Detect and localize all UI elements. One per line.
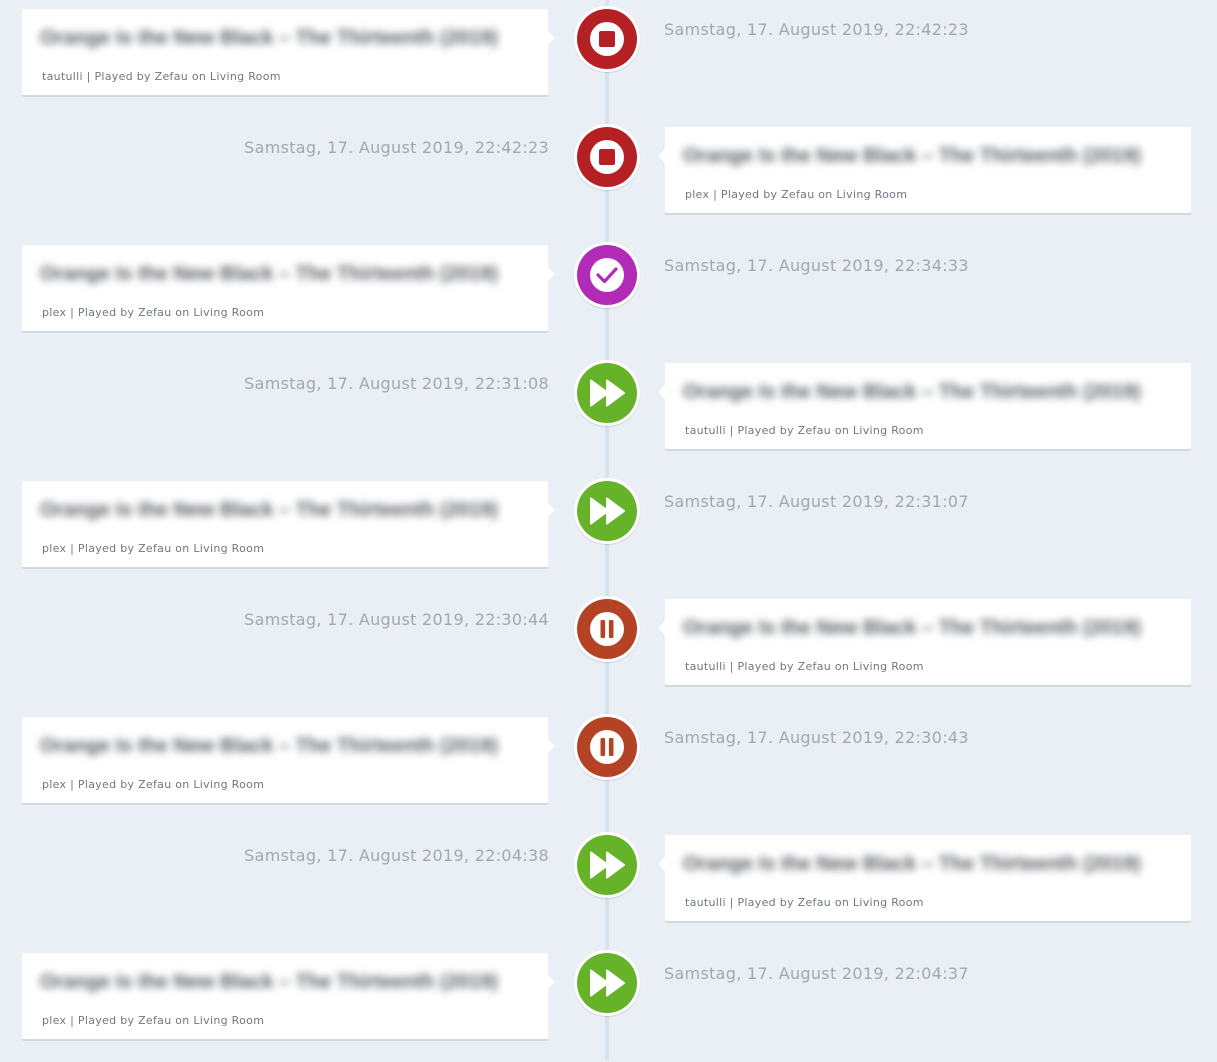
event-meta: tautulli | Played by Zefau on Living Roo… (685, 896, 924, 909)
event-meta: tautulli | Played by Zefau on Living Roo… (685, 660, 924, 673)
event-badge (574, 242, 640, 308)
fast-forward-icon (577, 835, 637, 895)
event-card[interactable]: Orange Is the New Black – The Thirteenth… (658, 599, 1191, 685)
event-title: Orange Is the New Black – The Thirteenth… (40, 27, 498, 49)
fast-forward-icon (577, 481, 637, 541)
event-badge (574, 596, 640, 662)
event-time: Samstag, 17. August 2019, 22:30:43 (664, 728, 969, 747)
event-badge (574, 124, 640, 190)
event-meta: plex | Played by Zefau on Living Room (42, 1014, 265, 1027)
event-badge (574, 360, 640, 426)
event-title: Orange Is the New Black – The Thirteenth… (40, 735, 498, 757)
event-card[interactable]: Orange Is the New Black – The Thirteenth… (658, 363, 1191, 449)
event-meta: plex | Played by Zefau on Living Room (685, 188, 908, 201)
event-meta: plex | Played by Zefau on Living Room (42, 542, 265, 555)
timeline-entry: Orange Is the New Black – The Thirteenth… (0, 236, 1217, 354)
event-badge (574, 832, 640, 898)
event-time: Samstag, 17. August 2019, 22:04:37 (664, 964, 969, 983)
timeline-entry: Samstag, 17. August 2019, 22:31:08 Orang… (0, 354, 1217, 472)
timeline-entry: Samstag, 17. August 2019, 22:04:38 Orang… (0, 826, 1217, 944)
event-badge (574, 6, 640, 72)
check-icon (577, 245, 637, 305)
event-badge (574, 714, 640, 780)
event-title: Orange Is the New Black – The Thirteenth… (40, 499, 498, 521)
event-meta: tautulli | Played by Zefau on Living Roo… (685, 424, 924, 437)
event-time: Samstag, 17. August 2019, 22:30:44 (244, 610, 549, 629)
event-meta: plex | Played by Zefau on Living Room (42, 306, 265, 319)
event-badge (574, 478, 640, 544)
event-title: Orange Is the New Black – The Thirteenth… (40, 971, 498, 993)
fast-forward-icon (577, 363, 637, 423)
event-time: Samstag, 17. August 2019, 22:42:23 (244, 138, 549, 157)
event-card[interactable]: Orange Is the New Black – The Thirteenth… (22, 481, 555, 567)
event-meta: plex | Played by Zefau on Living Room (42, 778, 265, 791)
timeline-entry: Orange Is the New Black – The Thirteenth… (0, 944, 1217, 1062)
event-title: Orange Is the New Black – The Thirteenth… (683, 145, 1141, 167)
pause-icon (577, 717, 637, 777)
event-title: Orange Is the New Black – The Thirteenth… (683, 381, 1141, 403)
event-time: Samstag, 17. August 2019, 22:42:23 (664, 20, 969, 39)
timeline-entry: Orange Is the New Black – The Thirteenth… (0, 0, 1217, 118)
pause-icon (577, 599, 637, 659)
event-title: Orange Is the New Black – The Thirteenth… (40, 263, 498, 285)
event-meta: tautulli | Played by Zefau on Living Roo… (42, 70, 281, 83)
event-badge (574, 950, 640, 1016)
timeline-entry: Samstag, 17. August 2019, 22:42:23 Orang… (0, 118, 1217, 236)
event-time: Samstag, 17. August 2019, 22:31:07 (664, 492, 969, 511)
fast-forward-icon (577, 953, 637, 1013)
event-time: Samstag, 17. August 2019, 22:34:33 (664, 256, 969, 275)
stop-icon (577, 127, 637, 187)
event-card[interactable]: Orange Is the New Black – The Thirteenth… (22, 9, 555, 95)
event-card[interactable]: Orange Is the New Black – The Thirteenth… (22, 245, 555, 331)
event-card[interactable]: Orange Is the New Black – The Thirteenth… (22, 717, 555, 803)
timeline-entry: Orange Is the New Black – The Thirteenth… (0, 708, 1217, 826)
event-card[interactable]: Orange Is the New Black – The Thirteenth… (658, 127, 1191, 213)
event-card[interactable]: Orange Is the New Black – The Thirteenth… (658, 835, 1191, 921)
timeline-entry: Orange Is the New Black – The Thirteenth… (0, 472, 1217, 590)
event-time: Samstag, 17. August 2019, 22:04:38 (244, 846, 549, 865)
timeline-entry: Samstag, 17. August 2019, 22:30:44 Orang… (0, 590, 1217, 708)
event-time: Samstag, 17. August 2019, 22:31:08 (244, 374, 549, 393)
stop-icon (577, 9, 637, 69)
event-title: Orange Is the New Black – The Thirteenth… (683, 853, 1141, 875)
event-title: Orange Is the New Black – The Thirteenth… (683, 617, 1141, 639)
event-card[interactable]: Orange Is the New Black – The Thirteenth… (22, 953, 555, 1039)
timeline: Orange Is the New Black – The Thirteenth… (0, 0, 1217, 1060)
